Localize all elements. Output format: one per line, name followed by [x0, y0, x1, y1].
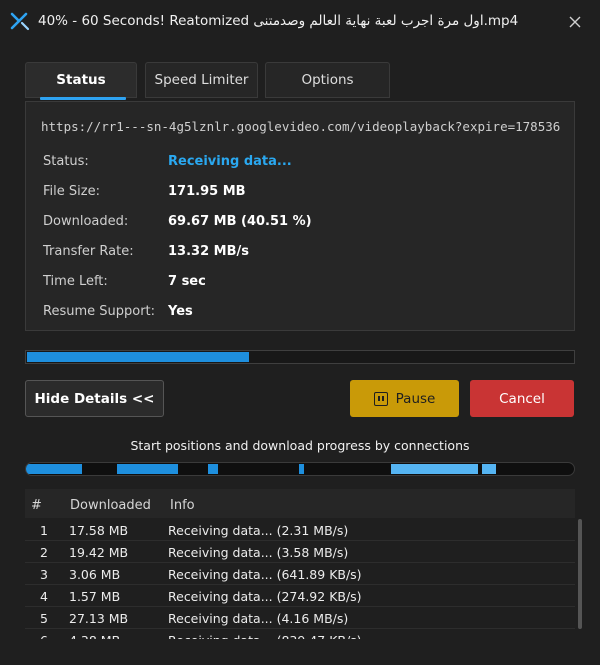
table-header: # Downloaded Info: [25, 489, 575, 518]
header-info: Info: [170, 498, 195, 513]
cell-num: 3: [40, 567, 48, 582]
details-panel: https://rr1---sn-4g5lznlr.googlevideo.co…: [25, 101, 575, 331]
table-row[interactable]: 5 27.13 MB Receiving data... (4.16 MB/s): [25, 607, 575, 629]
time-left-label: Time Left:: [43, 274, 108, 289]
cell-downloaded: 17.58 MB: [69, 523, 129, 538]
cell-downloaded: 3.06 MB: [69, 567, 121, 582]
cell-num: 1: [40, 523, 48, 538]
tab-options[interactable]: Options: [265, 62, 390, 98]
tab-speed-limiter[interactable]: Speed Limiter: [145, 62, 258, 98]
cancel-button[interactable]: Cancel: [470, 380, 574, 417]
pause-label: Pause: [395, 390, 436, 407]
status-value: Receiving data...: [168, 154, 292, 169]
title-bar: 40% - 60 Seconds! Reatomized اول مرة اجر…: [0, 0, 600, 44]
connection-segment: [117, 464, 178, 474]
cell-downloaded: 27.13 MB: [69, 611, 129, 626]
connection-segment: [299, 464, 304, 474]
connection-segment: [26, 464, 82, 474]
app-logo-icon: [10, 12, 30, 31]
cell-info: Receiving data... (3.58 MB/s): [168, 545, 349, 560]
file-size-label: File Size:: [43, 184, 100, 199]
connections-caption: Start positions and download progress by…: [130, 438, 470, 453]
downloaded-value: 69.67 MB (40.51 %): [168, 214, 312, 229]
connections-progress-bar: [25, 462, 575, 476]
cell-info: Receiving data... (641.89 KB/s): [168, 567, 362, 582]
table-row[interactable]: 3 3.06 MB Receiving data... (641.89 KB/s): [25, 563, 575, 585]
connection-segment: [391, 464, 478, 474]
pause-button[interactable]: Pause: [350, 380, 459, 417]
cell-downloaded: 19.42 MB: [69, 545, 129, 560]
resume-support-value: Yes: [168, 304, 193, 319]
cell-num: 2: [40, 545, 48, 560]
table-row[interactable]: 1 17.58 MB Receiving data... (2.31 MB/s): [25, 519, 575, 541]
connection-segment: [482, 464, 496, 474]
cell-info: Receiving data... (839.47 KB/s): [168, 633, 362, 639]
window-title: 40% - 60 Seconds! Reatomized اول مرة اجر…: [38, 13, 519, 29]
connection-segment: [208, 464, 218, 474]
status-label: Status:: [43, 154, 89, 169]
tab-status[interactable]: Status: [25, 62, 137, 98]
active-tab-indicator: [40, 97, 126, 100]
connections-table: # Downloaded Info 1 17.58 MB Receiving dat…: [25, 489, 575, 639]
cell-info: Receiving data... (274.92 KB/s): [168, 589, 362, 604]
resume-support-label: Resume Support:: [43, 304, 156, 319]
table-row[interactable]: 6 4.38 MB Receiving data... (839.47 KB/s): [25, 629, 575, 639]
file-size-value: 171.95 MB: [168, 184, 246, 199]
cell-num: 5: [40, 611, 48, 626]
pause-icon: [373, 391, 388, 406]
downloaded-label: Downloaded:: [43, 214, 129, 229]
header-num: #: [31, 498, 42, 513]
cell-downloaded: 1.57 MB: [69, 589, 121, 604]
table-scrollbar[interactable]: [578, 519, 582, 629]
time-left-value: 7 sec: [168, 274, 206, 289]
cell-num: 6: [40, 633, 48, 639]
header-downloaded: Downloaded: [70, 498, 151, 513]
close-icon[interactable]: [565, 12, 585, 32]
transfer-rate-value: 13.32 MB/s: [168, 244, 249, 259]
cell-info: Receiving data... (4.16 MB/s): [168, 611, 349, 626]
table-row[interactable]: 2 19.42 MB Receiving data... (3.58 MB/s): [25, 541, 575, 563]
hide-details-button[interactable]: Hide Details <<: [25, 380, 164, 417]
cell-info: Receiving data... (2.31 MB/s): [168, 523, 349, 538]
download-url: https://rr1---sn-4g5lznlr.googlevideo.co…: [41, 119, 560, 134]
download-progress-bar: [25, 350, 575, 364]
progress-fill: [27, 352, 249, 362]
table-row[interactable]: 4 1.57 MB Receiving data... (274.92 KB/s): [25, 585, 575, 607]
cell-num: 4: [40, 589, 48, 604]
cell-downloaded: 4.38 MB: [69, 633, 120, 639]
transfer-rate-label: Transfer Rate:: [43, 244, 134, 259]
